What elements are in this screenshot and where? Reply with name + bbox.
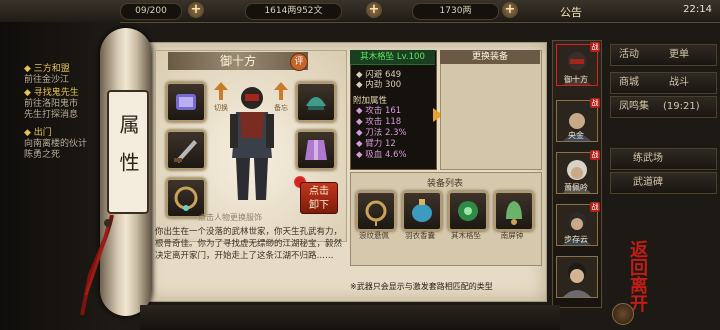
bell-icon (506, 201, 522, 225)
bracer-icon (176, 94, 196, 110)
unload-button-label: 点击 卸下 (309, 186, 329, 211)
armor-icon (305, 140, 327, 160)
menu-shop[interactable]: 商城 战斗 (610, 72, 717, 94)
sachet-icon (412, 199, 432, 222)
add-gold-button[interactable]: + (502, 2, 518, 18)
pendant-icon (365, 200, 387, 226)
party-member-avatar[interactable] (556, 256, 598, 298)
battle-tag: 战 (590, 202, 600, 212)
equipment-list-header: 装备列表 (426, 179, 463, 189)
equip-list-item[interactable] (448, 191, 488, 231)
stat-row: ◆ 攻击 118 (356, 117, 402, 127)
extra-stats-heading: 附加属性 (353, 96, 388, 106)
equip-list-item[interactable] (356, 191, 396, 231)
battle-tag: 战 (590, 42, 600, 52)
tassel-icon (80, 215, 114, 315)
stat-row: ◆ 内劲 300 (356, 80, 402, 90)
battle-tag: 战 (590, 150, 600, 160)
quest-title[interactable]: ◆ 寻找鬼先生 (24, 88, 79, 99)
equip-list-item-label: 其木格坠 (451, 231, 481, 240)
bottom-nav (140, 305, 560, 330)
replace-equipment-header: 更换装备 (440, 50, 540, 64)
stat-row: ◆ 吸血 4.6% (356, 150, 407, 160)
quest-sub: 陈勇之死 (24, 150, 61, 160)
stat-row: ◆ 刀法 2.3% (356, 128, 407, 138)
clock: 22:14 (683, 4, 712, 15)
top-bar (0, 0, 720, 23)
menu-activity[interactable]: 活动 更单 (610, 44, 717, 66)
menu-fengmingji[interactable]: 凤鸣集 (19:21) (610, 96, 717, 118)
notice-button[interactable]: 公告 (560, 4, 582, 20)
quest-sub: 前往洛阳鬼市 (24, 99, 79, 109)
weapon-filter-note: ※武器只会显示与激发套路相匹配的类型 (350, 282, 493, 291)
menu-martial-stele[interactable]: 武道碑 (610, 172, 717, 194)
equip-list-item-label: 浪纹悬佩 (359, 231, 389, 240)
item-name: 其木格坠 Lv.100 (350, 50, 435, 65)
equip-slot-armor[interactable] (296, 130, 336, 170)
quest-sub: 前往金沙江 (24, 75, 70, 85)
stat-row: ◆ 闪避 649 (356, 70, 402, 80)
replace-equipment-panel (440, 50, 542, 170)
party-member-name: 步存云 (564, 235, 588, 244)
character-description: 你出生在一个没落的武林世家，你天生孔武有力，根骨奇佳。你为了寻找虚无缥缈的江湖秘… (155, 227, 343, 261)
equip-list-item-label: 南屏钟 (500, 231, 524, 240)
necklace-icon (174, 186, 198, 211)
character-figure[interactable] (222, 78, 282, 208)
equip-slot-bracer[interactable] (166, 82, 206, 122)
add-resource-1-button[interactable]: + (188, 2, 204, 18)
quest-title[interactable]: ◆ 三方和盟 (24, 64, 70, 75)
unload-button[interactable]: 点击 卸下 (300, 182, 338, 214)
change-outfit-hint: 点击人物更换服饰 (198, 213, 262, 222)
currency-gold: 1730两 (412, 3, 499, 20)
equip-list-item-label: 羽衣香囊 (405, 231, 435, 240)
quest-sub: 先生打探消息 (24, 110, 79, 120)
equip-slot-helmet[interactable] (296, 82, 336, 122)
equip-list-item[interactable] (402, 191, 442, 231)
resource-counter-1: 09/200 (120, 3, 182, 20)
party-member-name: 央金 (568, 131, 584, 140)
corner-menu-icon[interactable] (612, 303, 634, 325)
weapon-icon (174, 140, 197, 163)
add-silver-button[interactable]: + (366, 2, 382, 18)
party-member-name: 御十方 (564, 75, 588, 84)
character-name: 御十方 (168, 52, 308, 70)
helmet-icon (306, 97, 326, 110)
equip-slot-weapon[interactable] (166, 130, 206, 170)
jade-pendant-icon (458, 201, 478, 221)
quest-title[interactable]: ◆ 出门 (24, 128, 52, 139)
evaluate-badge[interactable]: 评 (290, 53, 308, 71)
quest-sub: 向南离楼的伙计 (24, 139, 88, 149)
party-member-name: 萧佩吟 (564, 183, 588, 192)
avatar (563, 263, 591, 297)
attributes-tab[interactable]: 属性 (107, 90, 149, 214)
equip-list-item[interactable] (494, 191, 534, 231)
menu-training-ground[interactable]: 练武场 (610, 148, 717, 170)
currency-silver: 1614两952文 (245, 3, 342, 20)
stat-row: ◆ 臂力 12 (356, 139, 396, 149)
battle-tag: 战 (590, 98, 600, 108)
stat-row: ◆ 攻击 161 (356, 106, 402, 116)
